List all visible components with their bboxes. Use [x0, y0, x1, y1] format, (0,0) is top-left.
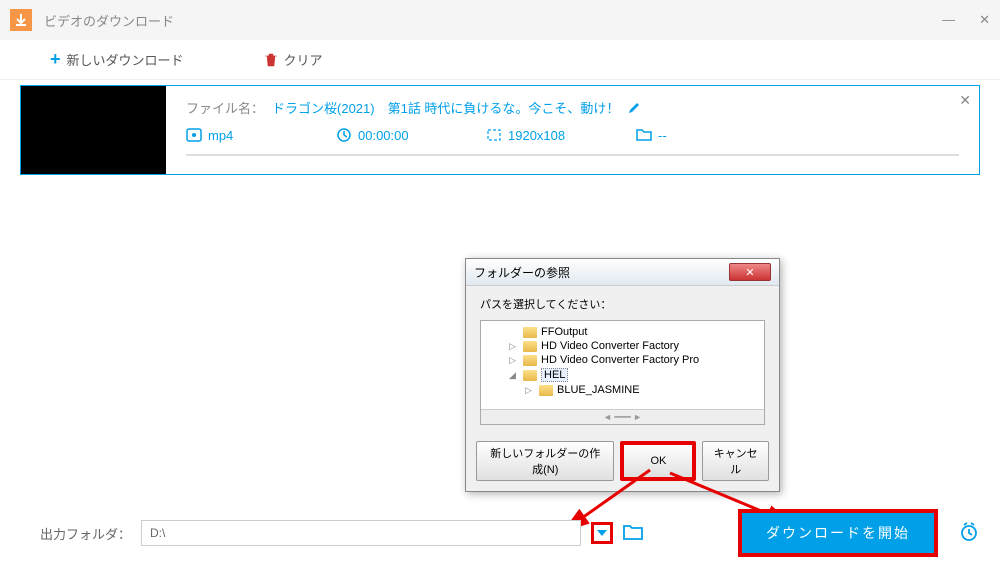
trash-icon: [264, 53, 278, 67]
folder-browse-dialog: フォルダーの参照 ✕ パスを選択してください： FFOutput ▷ HD Vide…: [465, 258, 780, 492]
cancel-button[interactable]: キャンセル: [702, 441, 769, 481]
tree-item-label: HD Video Converter Factory Pro: [541, 354, 699, 366]
tree-expand-icon[interactable]: ◢: [509, 370, 519, 381]
browse-folder-button[interactable]: [623, 524, 643, 543]
duration-value: 00:00:00: [358, 128, 409, 143]
resolution-icon: [486, 127, 502, 143]
tree-item-label: FFOutput: [541, 326, 587, 338]
window-title: ビデオのダウンロード: [44, 11, 174, 30]
start-download-button[interactable]: ダウンロードを開始: [738, 509, 938, 557]
tree-item[interactable]: FFOutput: [483, 325, 762, 339]
toolbar: + 新しいダウンロード クリア: [0, 40, 1000, 80]
tree-item-label: HEL: [541, 368, 568, 382]
new-download-label: 新しいダウンロード: [67, 50, 184, 69]
video-thumbnail: [21, 86, 166, 174]
new-download-button[interactable]: + 新しいダウンロード: [50, 49, 184, 70]
titlebar: ビデオのダウンロード — ✕: [0, 0, 1000, 40]
tree-expand-icon[interactable]: ▷: [509, 341, 519, 352]
item-close-button[interactable]: ✕: [959, 92, 971, 109]
tree-expand-icon[interactable]: ▷: [509, 355, 519, 366]
download-item: ファイル名： ドラゴン桜(2021) 第1話 時代に負けるな。今こそ、動け！ m…: [20, 85, 980, 175]
folder-tree[interactable]: FFOutput ▷ HD Video Converter Factory ▷ HD V…: [480, 320, 765, 425]
dialog-close-button[interactable]: ✕: [729, 263, 771, 281]
folder-value: --: [658, 128, 667, 143]
folder-icon: [523, 355, 537, 366]
output-folder-label: 出力フォルダ：: [40, 524, 131, 543]
dialog-title: フォルダーの参照: [474, 264, 570, 281]
clear-label: クリア: [284, 50, 323, 69]
clear-button[interactable]: クリア: [264, 50, 323, 69]
folder-icon: [523, 370, 537, 381]
close-button[interactable]: ✕: [979, 12, 990, 28]
dialog-instruction: パスを選択してください：: [480, 296, 765, 312]
bottom-bar: 出力フォルダ： ダウンロードを開始: [40, 509, 980, 557]
new-folder-button[interactable]: 新しいフォルダーの作成(N): [476, 441, 614, 481]
path-dropdown-button[interactable]: [591, 522, 613, 544]
progress-bar: [186, 154, 959, 156]
output-path-input[interactable]: [141, 520, 581, 546]
tree-item[interactable]: ▷ HD Video Converter Factory Pro: [483, 353, 762, 367]
horizontal-scrollbar[interactable]: ◄ ━━━ ►: [481, 409, 764, 424]
schedule-icon[interactable]: [958, 521, 980, 546]
tree-expand-icon[interactable]: ▷: [525, 385, 535, 396]
minimize-button[interactable]: —: [942, 12, 955, 28]
tree-item-label: HD Video Converter Factory: [541, 340, 679, 352]
plus-icon: +: [50, 49, 61, 70]
tree-item-label: BLUE_JASMINE: [557, 384, 640, 396]
resolution-value: 1920x108: [508, 128, 565, 143]
ok-button[interactable]: OK: [620, 441, 696, 481]
folder-icon: [523, 327, 537, 338]
file-name: ドラゴン桜(2021) 第1話 時代に負けるな。今こそ、動け！: [272, 98, 619, 117]
format-value: mp4: [208, 128, 233, 143]
folder-icon: [539, 385, 553, 396]
folder-icon: [636, 127, 652, 143]
app-icon: [10, 9, 32, 31]
folder-icon: [523, 341, 537, 352]
clock-icon: [336, 127, 352, 143]
tree-item[interactable]: ▷ HD Video Converter Factory: [483, 339, 762, 353]
tree-item[interactable]: ▷ BLUE_JASMINE: [483, 383, 762, 397]
edit-icon[interactable]: [627, 101, 641, 115]
format-icon: [186, 127, 202, 143]
file-name-label: ファイル名：: [186, 98, 264, 117]
tree-item[interactable]: ◢ HEL: [483, 367, 762, 383]
